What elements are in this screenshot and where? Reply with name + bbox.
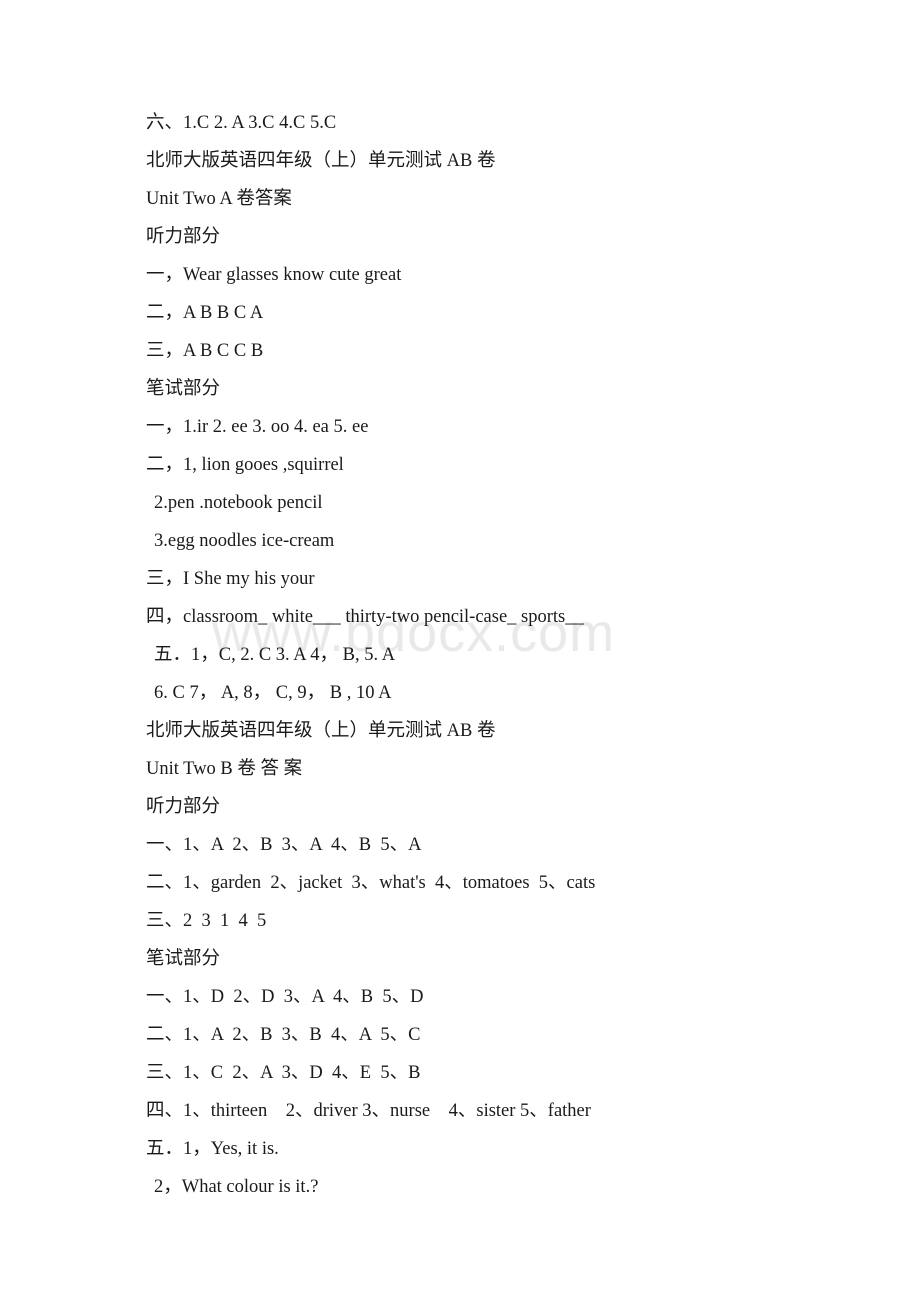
line-a-title: Unit Two A 卷答案	[146, 189, 292, 209]
document-page: www.bdocx.com 六、1.C 2. A 3.C 4.C 5.C 北师大版…	[0, 0, 920, 1302]
line-b-write-1: 一、1、D 2、D 3、A 4、B 5、D	[146, 987, 424, 1007]
line-b-listen-2: 二、1、garden 2、jacket 3、what's 4、tomatoes …	[146, 873, 596, 893]
line-b-header: 北师大版英语四年级（上）单元测试 AB 卷	[146, 721, 496, 741]
line-b-listen-3: 三、2 3 1 4 5	[146, 911, 267, 931]
line-a-header: 北师大版英语四年级（上）单元测试 AB 卷	[146, 151, 496, 171]
line-a-listen-1: 一，Wear glasses know cute great	[146, 265, 402, 285]
line-b-title: Unit Two B 卷 答 案	[146, 759, 303, 779]
line-b-listen-1: 一、1、A 2、B 3、A 4、B 5、A	[146, 835, 422, 855]
line-b-write-4: 四、1、thirteen 2、driver 3、nurse 4、sister 5…	[146, 1101, 591, 1121]
line-a-listen-2: 二，A B B C A	[146, 303, 264, 323]
line-b-write-5: 五．1，Yes, it is.	[146, 1139, 279, 1159]
document-body: 六、1.C 2. A 3.C 4.C 5.C 北师大版英语四年级（上）单元测试 A…	[0, 0, 920, 1206]
line-a-listening: 听力部分	[146, 227, 221, 247]
line-b-write-3: 三、1、C 2、A 3、D 4、E 5、B	[146, 1063, 421, 1083]
line-a-write-1: 一，1.ir 2. ee 3. oo 4. ea 5. ee	[146, 417, 369, 437]
line-a-write-2b: 2.pen .notebook pencil	[154, 493, 323, 513]
line-a-write-2: 二，1, lion gooes ,squirrel	[146, 455, 344, 475]
line-a-write-3: 三，I She my his your	[146, 569, 315, 589]
line-a-write-5b: 6. C 7， A, 8， C, 9， B , 10 A	[154, 683, 392, 703]
line-b-write-2: 二、1、A 2、B 3、B 4、A 5、C	[146, 1025, 421, 1045]
line-b-written: 笔试部分	[146, 949, 221, 969]
line-a-write-5: 五．1，C, 2. C 3. A 4， B, 5. A	[154, 645, 396, 665]
line-a-six: 六、1.C 2. A 3.C 4.C 5.C	[146, 113, 337, 133]
line-b-write-5b: 2，What colour is it.?	[154, 1177, 319, 1197]
line-a-written: 笔试部分	[146, 379, 221, 399]
line-a-write-2c: 3.egg noodles ice-cream	[154, 531, 335, 551]
line-b-listening: 听力部分	[146, 797, 221, 817]
line-a-write-4: 四，classroom_ white___ thirty-two pencil-…	[146, 607, 584, 627]
line-a-listen-3: 三，A B C C B	[146, 341, 264, 361]
